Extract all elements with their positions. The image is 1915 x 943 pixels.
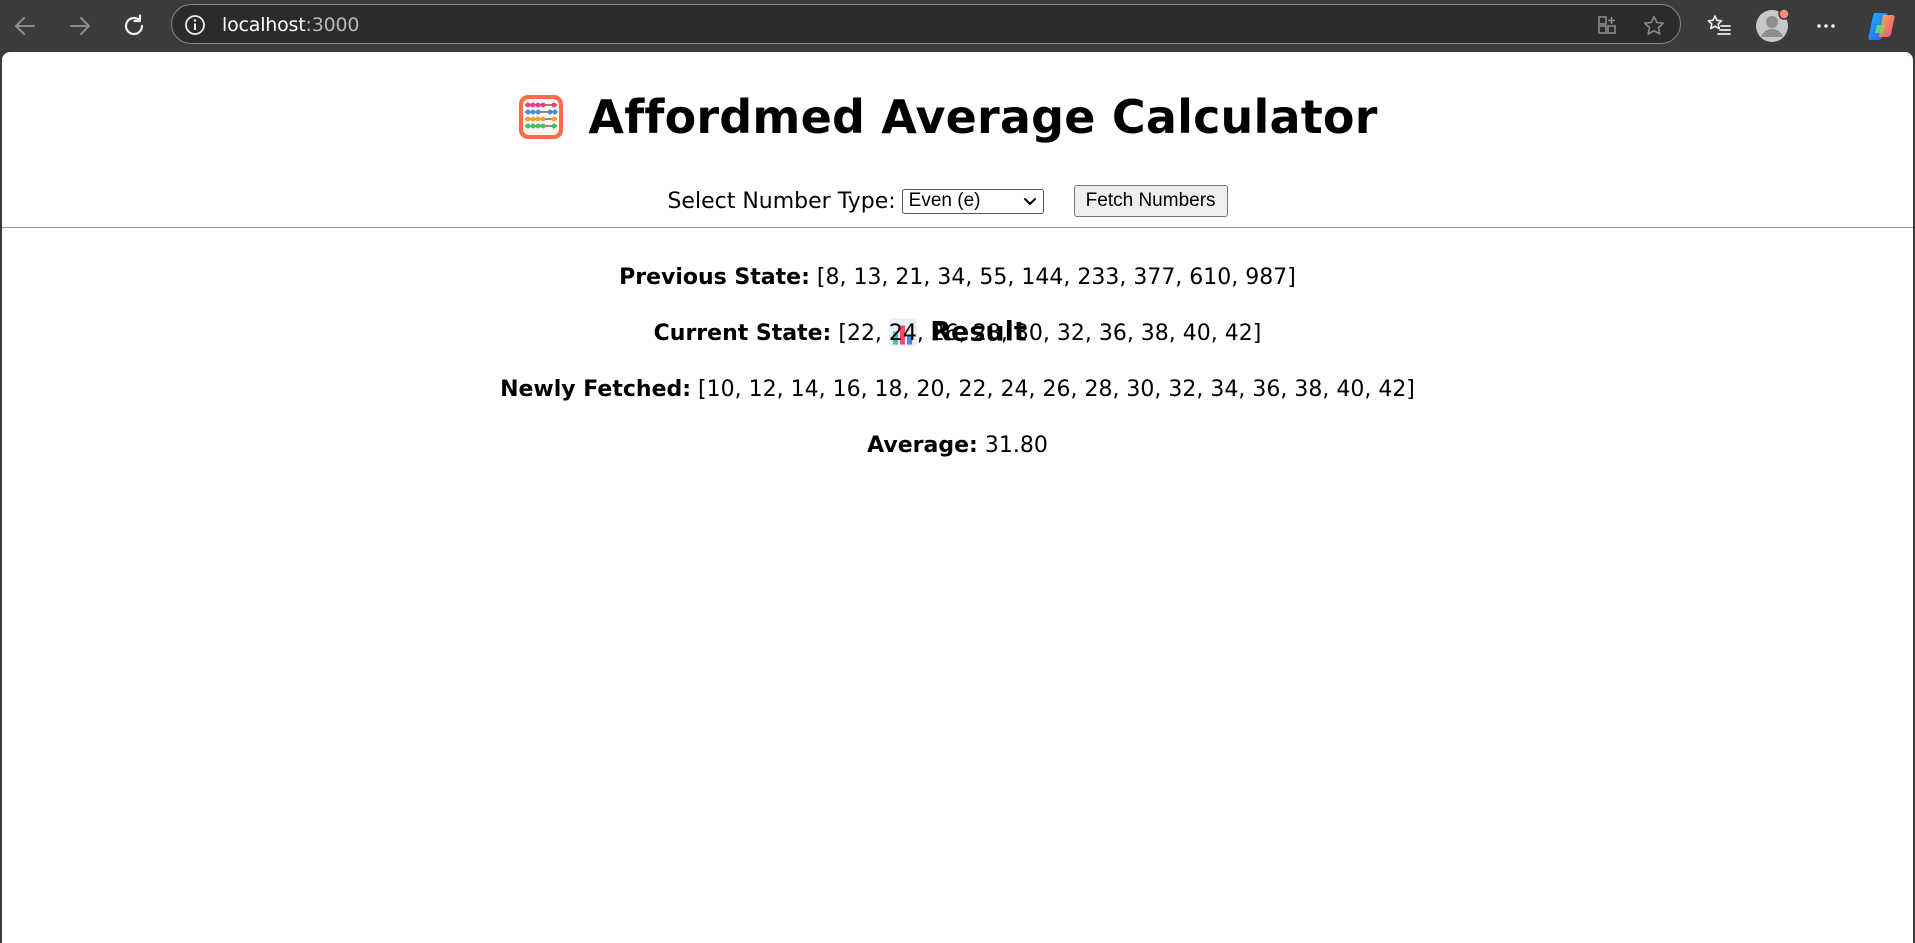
more-dots-icon	[1817, 24, 1835, 28]
previous-state-label: Previous State:	[619, 265, 810, 290]
number-type-selected-value: Even (e)	[908, 190, 981, 211]
copilot-button[interactable]	[1862, 6, 1902, 46]
reload-icon	[124, 14, 144, 36]
newly-fetched-line: Newly Fetched: [10, 12, 14, 16, 18, 20, …	[2, 377, 1913, 402]
average-value: 31.80	[984, 433, 1048, 458]
average-label: Average:	[867, 433, 978, 458]
number-type-select[interactable]: Even (e)	[901, 188, 1044, 214]
previous-state-line: Previous State: [8, 13, 21, 34, 55, 144,…	[2, 265, 1913, 290]
forward-arrow-icon	[70, 17, 90, 35]
app-available-icon[interactable]	[1596, 14, 1618, 36]
controls-row: Select Number Type: Even (e) Fetch Numbe…	[2, 185, 1913, 217]
newly-fetched-label: Newly Fetched:	[500, 377, 692, 402]
forward-button[interactable]	[60, 6, 100, 46]
browser-toolbar: localhost:3000	[0, 0, 1915, 52]
url-port: :3000	[305, 14, 360, 36]
back-button[interactable]	[5, 6, 45, 46]
newly-fetched-value: [10, 12, 14, 16, 18, 20, 22, 24, 26, 28,…	[698, 377, 1415, 402]
favorites-list-icon	[1707, 15, 1731, 35]
section-divider	[2, 227, 1913, 228]
average-line: Average: 31.80	[2, 433, 1913, 458]
url-host: localhost	[222, 14, 306, 36]
site-info-icon[interactable]	[184, 14, 206, 36]
number-type-label: Select Number Type:	[667, 188, 896, 214]
chevron-down-icon	[1023, 197, 1036, 205]
fetch-numbers-button[interactable]: Fetch Numbers	[1073, 185, 1228, 217]
favorites-button[interactable]	[1699, 6, 1739, 46]
page-title: Affordmed Average Calculator	[588, 90, 1378, 144]
profile-button[interactable]	[1752, 6, 1792, 46]
title-row: Affordmed Average Calculator	[2, 90, 1913, 144]
avatar-icon	[1756, 9, 1789, 42]
favorite-star-icon[interactable]	[1642, 14, 1666, 38]
current-state-label: Current State:	[653, 321, 832, 346]
back-arrow-icon	[15, 17, 35, 35]
previous-state-value: [8, 13, 21, 34, 55, 144, 233, 377, 610, …	[816, 265, 1296, 290]
copilot-icon	[1868, 13, 1895, 40]
page-viewport: Affordmed Average Calculator Select Numb…	[2, 52, 1913, 943]
address-bar[interactable]: localhost:3000	[171, 4, 1681, 44]
current-state-line: Current State: [22, 24, 26, 28, 30, 32, …	[2, 321, 1913, 346]
more-options-button[interactable]	[1806, 6, 1846, 46]
current-state-value: [22, 24, 26, 28, 30, 32, 36, 38, 40, 42]	[838, 321, 1262, 346]
abacus-icon	[519, 95, 564, 139]
page-header: Affordmed Average Calculator Select Numb…	[2, 52, 1913, 229]
url-text: localhost:3000	[222, 14, 359, 36]
reload-button[interactable]	[114, 6, 154, 46]
